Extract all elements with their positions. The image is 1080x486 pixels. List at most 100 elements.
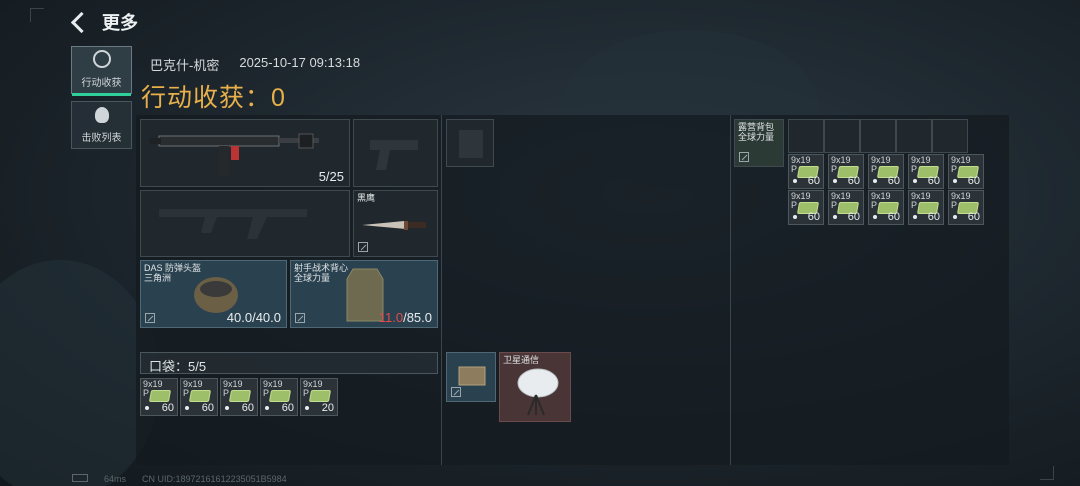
ammo-item[interactable]: 9x19 P 60 xyxy=(828,154,864,189)
ammo-dot-icon xyxy=(953,215,957,219)
ammo-count: 60 xyxy=(807,175,820,187)
primary-weapon-slot[interactable]: 5/25 xyxy=(140,119,350,187)
ammo-item[interactable]: 9x19 P 60 xyxy=(948,190,984,225)
ammo-item[interactable]: 9x19 P 20 xyxy=(300,378,338,416)
lock-icon xyxy=(145,313,155,323)
chest-rig-silhouette-icon xyxy=(459,130,483,158)
ammo-box-icon xyxy=(148,390,172,402)
tab-action-harvest[interactable]: 行动收获 xyxy=(71,46,132,96)
smg-icon xyxy=(149,133,319,176)
backpack-empty-cell[interactable] xyxy=(896,119,932,153)
melee-name: 黑鹰 xyxy=(357,193,376,203)
ammo-count: 20 xyxy=(321,402,334,414)
top-bar: 更多 xyxy=(70,8,138,36)
ammo-item[interactable]: 9x19 P 60 xyxy=(140,378,178,416)
helmet-slot[interactable]: DAS 防弹头盔 三角洲 40.0/40.0 xyxy=(140,260,287,328)
ammo-dot-icon xyxy=(873,179,877,183)
column-divider xyxy=(730,115,731,465)
ammo-item[interactable]: 9x19 P 60 xyxy=(908,154,944,189)
ammo-item[interactable]: 9x19 P 60 xyxy=(220,378,258,416)
armor-durability-max: /85.0 xyxy=(403,310,432,325)
ammo-item[interactable]: 9x19 P 60 xyxy=(828,190,864,225)
pistol-slot[interactable] xyxy=(353,119,438,187)
container-item-slot[interactable] xyxy=(446,352,496,402)
backpack-empty-cell[interactable] xyxy=(824,119,860,153)
pistol-silhouette-icon xyxy=(370,140,418,170)
ammo-dot-icon xyxy=(185,406,189,410)
ammo-dot-icon xyxy=(793,215,797,219)
battery-icon xyxy=(72,474,88,482)
tab-label: 行动收获 xyxy=(81,78,122,89)
ammo-item[interactable]: 9x19 P 60 xyxy=(788,154,824,189)
satellite-dish-icon xyxy=(517,368,559,416)
melee-slot[interactable]: 黑鹰 xyxy=(353,190,438,257)
ammo-count: 60 xyxy=(887,175,900,187)
ammo-dot-icon xyxy=(265,406,269,410)
ammo-count: 60 xyxy=(887,211,900,223)
ammo-dot-icon xyxy=(145,406,149,410)
skull-icon xyxy=(94,107,109,123)
chest-rig-slot[interactable] xyxy=(446,119,494,167)
ammo-count: 60 xyxy=(241,402,254,414)
backpack-empty-cell[interactable] xyxy=(788,119,824,153)
ammo-count: 60 xyxy=(201,402,214,414)
target-icon xyxy=(92,50,111,68)
ammo-dot-icon xyxy=(833,215,837,219)
ammo-dot-icon xyxy=(793,179,797,183)
ammo-box-icon xyxy=(268,390,292,402)
ammo-count: 60 xyxy=(927,211,940,223)
ping-text: 64ms xyxy=(104,474,127,484)
backpack-name: 露营背包 xyxy=(738,122,775,132)
case-icon xyxy=(458,366,486,386)
backpack-empty-cell[interactable] xyxy=(932,119,968,153)
tab-label: 击败列表 xyxy=(81,133,122,144)
ammo-count: 60 xyxy=(161,402,174,414)
ammo-box-icon xyxy=(188,390,212,402)
backpack-empty-cell[interactable] xyxy=(860,119,896,153)
column-divider xyxy=(441,115,442,465)
armor-labels: 射手战术背心 全球力量 xyxy=(294,263,348,283)
pocket-header: 口袋：5/5 xyxy=(140,352,438,374)
ammo-count: 60 xyxy=(927,175,940,187)
backpack-labels: 露营背包 全球力量 xyxy=(738,122,774,142)
ammo-dot-icon xyxy=(873,215,877,219)
tab-defeat-list[interactable]: 击败列表 xyxy=(71,101,132,149)
match-info: 巴克什-机密 2025-10-17 09:13:18 xyxy=(150,55,360,74)
ammo-box-icon xyxy=(308,390,332,402)
lock-icon xyxy=(739,152,749,162)
lock-icon xyxy=(358,242,368,252)
backpack-brand: 全球力量 xyxy=(738,132,775,142)
back-arrow-icon[interactable] xyxy=(70,11,92,33)
ammo-item[interactable]: 9x19 P 60 xyxy=(948,154,984,189)
ammo-count: 60 xyxy=(807,211,820,223)
ammo-item[interactable]: 9x19 P 60 xyxy=(260,378,298,416)
ammo-dot-icon xyxy=(913,215,917,219)
armor-durability-current: 11.0 xyxy=(378,310,404,325)
ammo-count: 60 xyxy=(847,211,860,223)
ammo-dot-icon xyxy=(953,179,957,183)
frame-corner xyxy=(1040,466,1054,480)
frame-corner xyxy=(30,8,44,22)
ammo-item[interactable]: 9x19 P 60 xyxy=(868,154,904,189)
pocket-label: 口袋：5/5 xyxy=(149,359,207,374)
armor-slot[interactable]: 射手战术背心 全球力量 11.0/85.0 xyxy=(290,260,438,328)
ammo-item[interactable]: 9x19 P 60 xyxy=(908,190,944,225)
magazine-count: 5/25 xyxy=(318,169,344,184)
ammo-item[interactable]: 9x19 P 60 xyxy=(788,190,824,225)
armor-name: 射手战术背心 xyxy=(294,263,349,273)
uid-text: CN UID:18972161612235051B5984 xyxy=(142,474,287,484)
match-datetime: 2025-10-17 09:13:18 xyxy=(239,55,361,70)
ammo-count: 60 xyxy=(847,175,860,187)
helmet-durability: 40.0/40.0 xyxy=(226,310,281,325)
backpack-slot[interactable]: 露营背包 全球力量 xyxy=(734,119,784,167)
secondary-weapon-slot[interactable] xyxy=(140,190,350,257)
rifle-silhouette-icon xyxy=(159,209,307,239)
ammo-item[interactable]: 9x19 P 60 xyxy=(868,190,904,225)
ammo-item[interactable]: 9x19 P 60 xyxy=(180,378,218,416)
satellite-item-slot[interactable]: 卫星通信 xyxy=(499,352,571,422)
ammo-count: 60 xyxy=(967,175,980,187)
ammo-count: 60 xyxy=(281,402,294,414)
armor-durability: 11.0/85.0 xyxy=(379,310,432,325)
lock-icon xyxy=(295,313,305,323)
harvest-value: 行动收获：0 xyxy=(141,84,286,112)
